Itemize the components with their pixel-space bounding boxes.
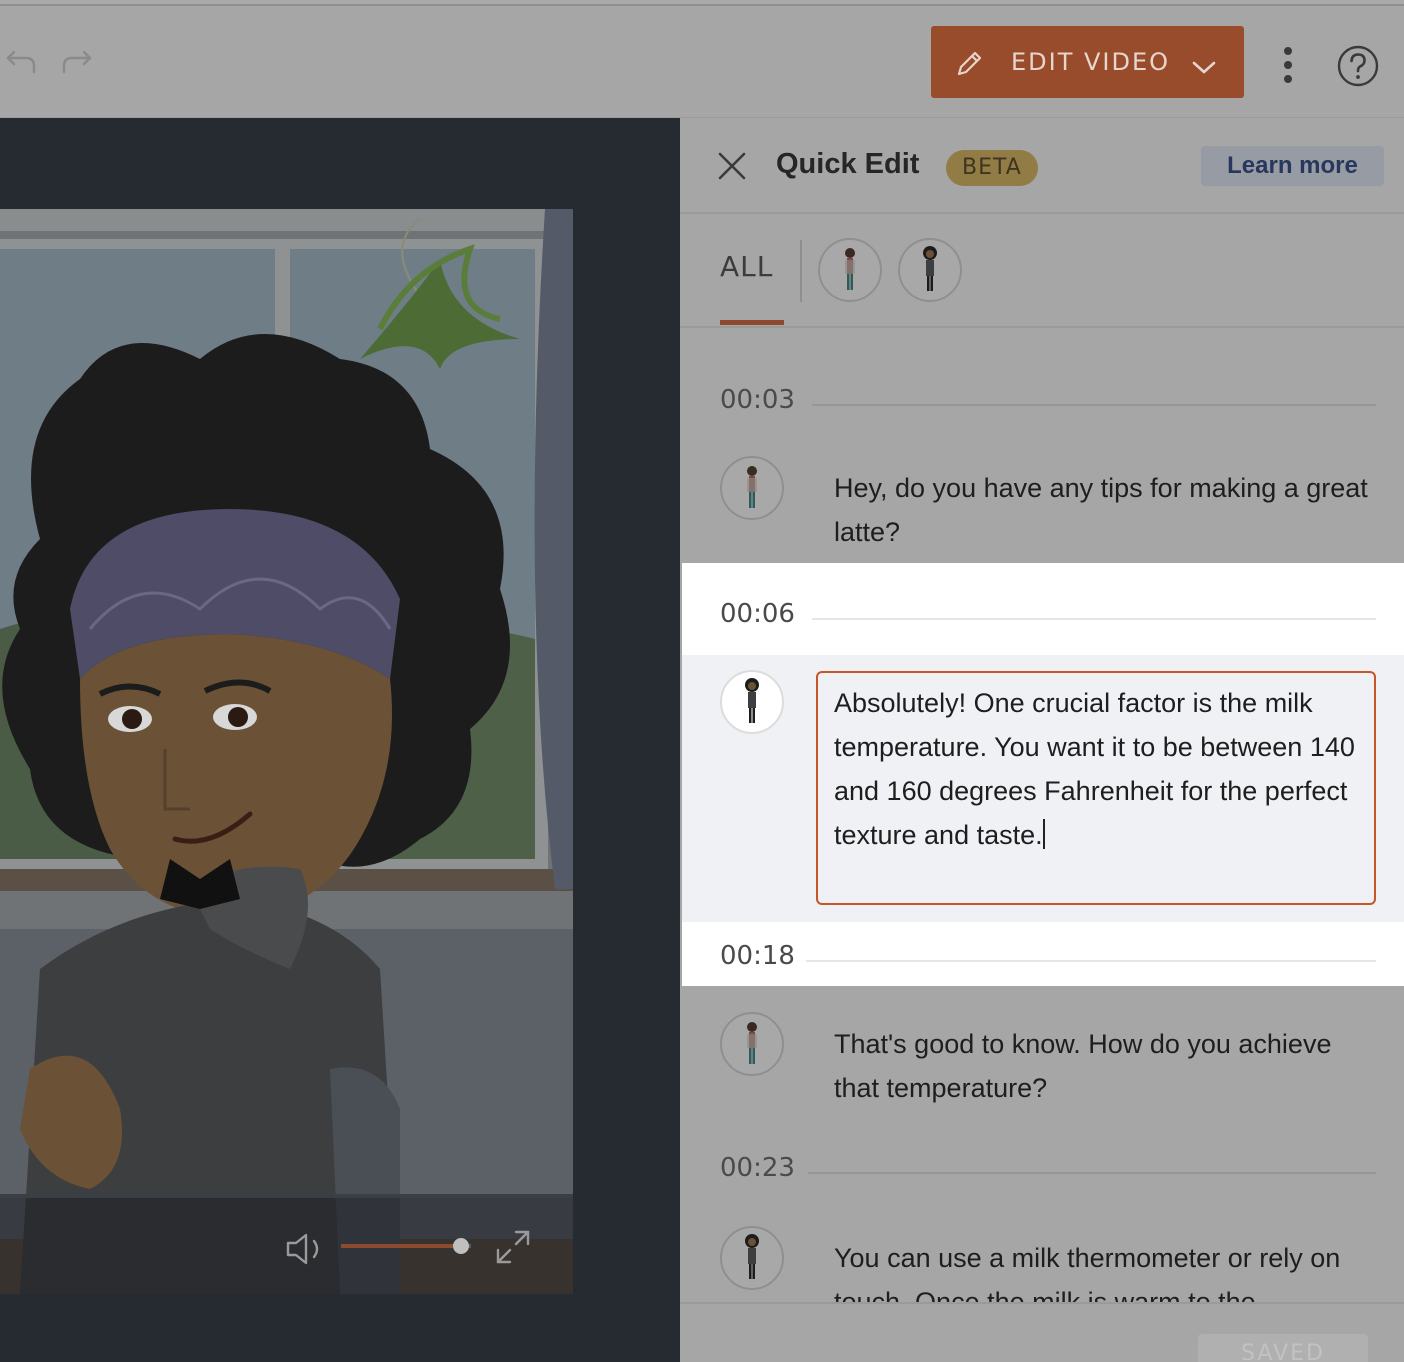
timestamp: 00:23 <box>720 1153 795 1183</box>
dialogue-editor-text: Absolutely! One crucial factor is the mi… <box>834 688 1355 850</box>
fullscreen-icon[interactable] <box>494 1228 532 1270</box>
time-divider <box>812 618 1376 620</box>
speaker-avatar-character-1 <box>720 456 784 520</box>
more-vertical-icon[interactable] <box>1276 46 1300 88</box>
character-2-avatar <box>745 1234 759 1279</box>
timestamp: 00:03 <box>720 385 795 415</box>
character-1-avatar <box>747 466 757 508</box>
volume-slider-fill <box>341 1244 461 1248</box>
chevron-down-icon[interactable] <box>1191 54 1217 82</box>
dialogue-line[interactable]: That's good to know. How do you achieve … <box>834 1022 1374 1110</box>
filter-divider <box>800 240 802 302</box>
quick-edit-panel: Quick Edit BETA Learn more ALL 00:03 Hey… <box>680 118 1404 1362</box>
time-divider <box>806 960 1376 962</box>
video-stage <box>0 118 680 1362</box>
character-2-avatar <box>923 246 937 291</box>
close-icon[interactable] <box>716 150 748 186</box>
volume-icon[interactable] <box>284 1231 328 1271</box>
timestamp: 00:06 <box>720 599 795 629</box>
time-divider <box>812 404 1376 406</box>
video-frame[interactable] <box>0 209 573 1294</box>
character-1-avatar <box>747 1022 757 1064</box>
volume-slider[interactable] <box>341 1238 471 1254</box>
quick-edit-title: Quick Edit <box>776 148 920 180</box>
text-caret <box>1042 819 1045 849</box>
undo-icon[interactable] <box>4 42 40 78</box>
edit-video-label: EDIT VIDEO <box>1011 48 1171 76</box>
speaker-filter-row: ALL <box>680 214 1404 328</box>
time-divider <box>808 1172 1376 1174</box>
dialogue-line[interactable]: Hey, do you have any tips for making a g… <box>834 466 1374 554</box>
edit-video-button[interactable]: EDIT VIDEO <box>931 26 1244 98</box>
timestamp: 00:18 <box>720 941 795 971</box>
character-1-avatar <box>845 248 855 290</box>
beta-badge: BETA <box>946 150 1038 186</box>
quick-edit-footer: SAVED <box>680 1302 1404 1362</box>
volume-slider-thumb[interactable] <box>452 1238 469 1254</box>
learn-more-button[interactable]: Learn more <box>1201 146 1384 186</box>
toolbar: EDIT VIDEO <box>0 6 1404 118</box>
tab-all-underline <box>720 320 784 325</box>
speaker-avatar-character-2 <box>720 670 784 734</box>
speaker-avatar-character-2 <box>720 1226 784 1290</box>
quick-edit-header: Quick Edit BETA Learn more <box>680 118 1404 214</box>
filter-character-1[interactable] <box>818 238 882 302</box>
help-icon[interactable] <box>1336 44 1380 92</box>
dialogue-editor[interactable]: Absolutely! One crucial factor is the mi… <box>816 671 1376 905</box>
pencil-icon <box>955 48 985 84</box>
character-2-avatar <box>745 678 759 723</box>
scene-illustration <box>0 209 573 1294</box>
redo-icon[interactable] <box>58 42 94 78</box>
saved-button[interactable]: SAVED <box>1198 1334 1368 1362</box>
filter-character-2[interactable] <box>898 238 962 302</box>
speaker-avatar-character-1 <box>720 1012 784 1076</box>
tab-all[interactable]: ALL <box>720 250 773 283</box>
